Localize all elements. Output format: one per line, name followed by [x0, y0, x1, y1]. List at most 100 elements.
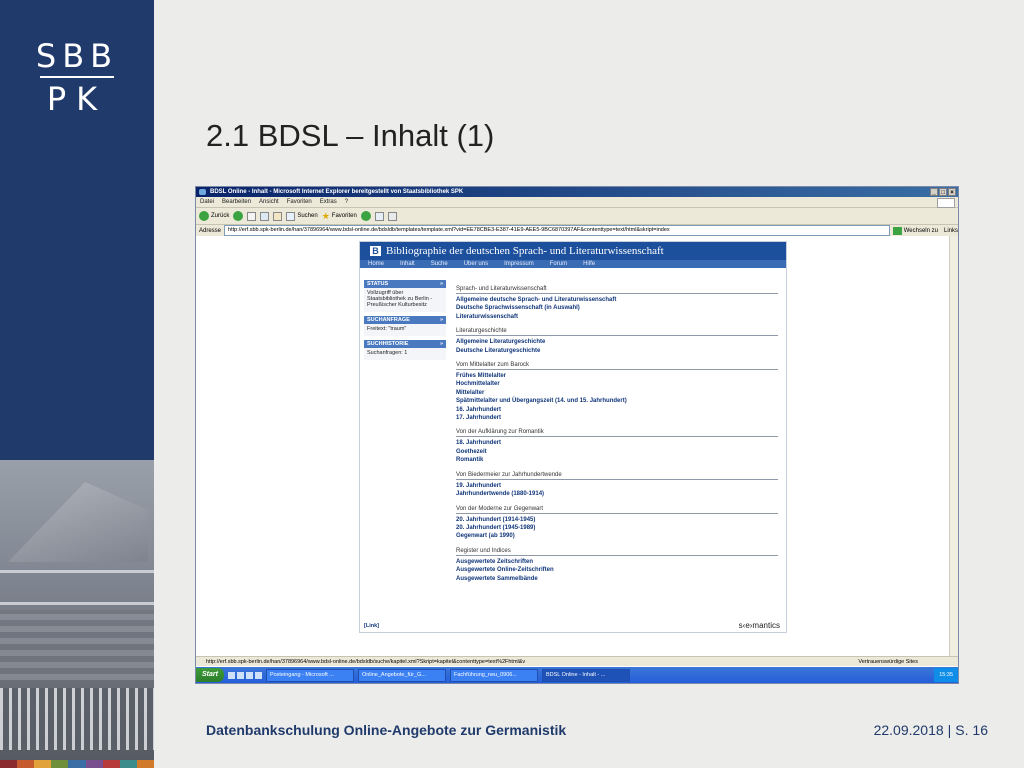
start-button[interactable]: Start — [196, 668, 224, 682]
nav-ueber-uns[interactable]: Über uns — [464, 260, 488, 268]
color-strip-segment — [85, 760, 103, 768]
security-zone: Vertrauenswürdige Sites — [858, 659, 918, 665]
section-link[interactable]: Spätmittelalter und Übergangszeit (14. u… — [456, 397, 778, 405]
status-url: http://erf.sbb.spk-berlin.de/han/3789696… — [206, 659, 526, 665]
bdsl-content-sections: Sprach- und Literaturwissenschaft Allgeme… — [456, 286, 778, 590]
links-label[interactable]: Links — [944, 228, 958, 234]
footer-page-number: S. 16 — [955, 722, 988, 738]
query-box-text: Freitext: "traum" — [364, 324, 446, 336]
forward-arrow-icon[interactable] — [233, 211, 244, 221]
section-link[interactable]: Hochmittelalter — [456, 380, 778, 388]
section-link[interactable]: Deutsche Literaturgeschichte — [456, 347, 778, 355]
section-link[interactable]: Romantik — [456, 456, 778, 464]
back-arrow-icon — [199, 211, 209, 221]
windows-flag-icon — [937, 198, 955, 208]
section-link[interactable]: Ausgewertete Sammelbände — [456, 575, 778, 583]
quicklaunch-icon[interactable] — [254, 671, 262, 679]
section-link[interactable]: Jahrhundertwende (1880-1914) — [456, 490, 778, 498]
status-box-title[interactable]: STATUS — [364, 280, 446, 288]
logo-bottom-text: PK — [46, 80, 108, 118]
menu-favoriten[interactable]: Favoriten — [287, 197, 312, 207]
section-link[interactable]: 20. Jahrhundert (1945-1989) — [456, 524, 778, 532]
history-icon[interactable] — [360, 211, 371, 221]
favorites-button[interactable]: ★ Favoriten — [322, 211, 357, 222]
photo-facade — [0, 610, 154, 680]
nav-inhalt[interactable]: Inhalt — [400, 260, 415, 268]
menu-extras[interactable]: Extras — [320, 197, 337, 207]
bdsl-body: STATUS Vollzugriff über Staatsbibliothek… — [360, 272, 786, 632]
status-box-text: Vollzugriff über Staatsbibliothek zu Ber… — [364, 288, 446, 312]
footer-separator: | — [947, 722, 952, 738]
nav-suche[interactable]: Suche — [431, 260, 448, 268]
menu-bearbeiten[interactable]: Bearbeiten — [222, 197, 251, 207]
nav-home[interactable]: Home — [368, 260, 384, 268]
minimize-icon[interactable]: _ — [930, 188, 938, 196]
browser-titlebar: BDSL Online - Inhalt - Microsoft Interne… — [196, 187, 958, 197]
section-heading: Register und Indices — [456, 548, 778, 556]
menu-ansicht[interactable]: Ansicht — [259, 197, 279, 207]
sidebar: SBB PK — [0, 0, 154, 768]
quicklaunch-icon[interactable] — [227, 671, 235, 679]
quick-launch — [227, 671, 262, 679]
section-link[interactable]: Goethezeit — [456, 448, 778, 456]
nav-impressum[interactable]: Impressum — [504, 260, 534, 268]
section-link[interactable]: Ausgewertete Online-Zeitschriften — [456, 566, 778, 574]
go-button[interactable]: Wechseln zu — [892, 226, 941, 235]
nav-forum[interactable]: Forum — [550, 260, 567, 268]
back-button[interactable]: Zurück — [199, 211, 229, 221]
page-viewport: B Bibliographie der deutschen Sprach- un… — [196, 236, 958, 656]
task-fachfuehrung[interactable]: Fachführung_neu_0906... — [449, 668, 538, 682]
color-strip-segment — [17, 760, 35, 768]
section-link[interactable]: Frühes Mittelalter — [456, 372, 778, 380]
section-link[interactable]: Deutsche Sprachwissenschaft (in Auswahl) — [456, 304, 778, 312]
section-link[interactable]: 19. Jahrhundert — [456, 482, 778, 490]
task-online-angebote[interactable]: Online_Angebote_für_G... — [357, 668, 446, 682]
task-posteingang[interactable]: Posteingang - Microsoft ... — [265, 668, 354, 682]
vertical-scrollbar[interactable] — [949, 236, 958, 656]
content-section: Von Biedermeier zur Jahrhundertwende 19. … — [456, 472, 778, 499]
section-link[interactable]: Allgemeine Literaturgeschichte — [456, 338, 778, 346]
home-icon[interactable] — [273, 211, 283, 221]
task-bdsl-online[interactable]: BDSL Online - Inhalt - ... — [541, 668, 630, 682]
stop-icon[interactable] — [247, 211, 257, 221]
section-link[interactable]: Literaturwissenschaft — [456, 313, 778, 321]
bdsl-footer-link[interactable]: [Link] — [364, 623, 379, 629]
quicklaunch-icon[interactable] — [245, 671, 253, 679]
color-strip-segment — [68, 760, 86, 768]
slide-title: 2.1 BDSL – Inhalt (1) — [206, 118, 495, 153]
maximize-icon[interactable]: □ — [939, 188, 947, 196]
tray-clock: 15:35 — [939, 672, 953, 678]
photo-band — [0, 570, 154, 573]
section-link[interactable]: 17. Jahrhundert — [456, 414, 778, 422]
browser-title: BDSL Online - Inhalt - Microsoft Interne… — [210, 189, 464, 195]
menu-help[interactable]: ? — [345, 197, 348, 207]
refresh-icon[interactable] — [260, 211, 270, 221]
close-icon[interactable]: × — [948, 188, 956, 196]
nav-hilfe[interactable]: Hilfe — [583, 260, 595, 268]
logo-top-text: SBB — [35, 37, 119, 75]
section-link[interactable]: 20. Jahrhundert (1914-1945) — [456, 516, 778, 524]
section-link[interactable]: Mittelalter — [456, 389, 778, 397]
section-link[interactable]: Gegenwart (ab 1990) — [456, 532, 778, 540]
menu-datei[interactable]: Datei — [200, 197, 214, 207]
favorites-label: Favoriten — [331, 213, 357, 219]
history-box-title[interactable]: SUCHHISTORIE — [364, 340, 446, 348]
query-box-title[interactable]: SUCHANFRAGE — [364, 316, 446, 324]
bdsl-left-column: STATUS Vollzugriff über Staatsbibliothek… — [364, 280, 446, 364]
print-icon[interactable] — [387, 211, 397, 221]
ie-icon — [199, 189, 206, 195]
section-link[interactable]: Allgemeine deutsche Sprach- und Literatu… — [456, 296, 778, 304]
bdsl-page: B Bibliographie der deutschen Sprach- un… — [359, 241, 787, 633]
search-button[interactable]: Suchen — [286, 211, 318, 221]
go-label: Wechseln zu — [903, 227, 938, 234]
address-input[interactable]: http://erf.sbb.spk-berlin.de/han/3789696… — [224, 225, 890, 236]
history-box-text: Suchanfragen: 1 — [364, 348, 446, 360]
section-heading: Vom Mittelalter zum Barock — [456, 362, 778, 371]
quicklaunch-icon[interactable] — [236, 671, 244, 679]
mail-icon[interactable] — [374, 211, 384, 221]
section-link[interactable]: 18. Jahrhundert — [456, 439, 778, 447]
section-link[interactable]: 16. Jahrhundert — [456, 406, 778, 414]
section-link[interactable]: Ausgewertete Zeitschriften — [456, 558, 778, 566]
section-heading: Von Biedermeier zur Jahrhundertwende — [456, 472, 778, 480]
browser-window: BDSL Online - Inhalt - Microsoft Interne… — [195, 186, 959, 684]
